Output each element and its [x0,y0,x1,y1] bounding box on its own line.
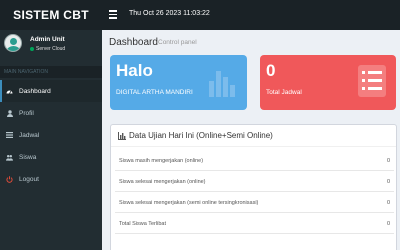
header-datetime: Thu Oct 26 2023 11:03:22 [129,10,210,17]
user-name: Admin Unit [30,36,65,43]
row-value: 0 [386,199,390,206]
sidebar-item-label: Logout [19,175,39,183]
main-content: Dashboard Control panel Halo DIGITAL ART… [102,30,400,250]
row-value: 0 [386,220,390,227]
row-label: Siswa selesai mengerjakan (online) [119,178,206,185]
sidebar-item-label: Profil [19,109,34,117]
sidebar-menu: Dashboard Profil Jadwal Siswa Logout [0,80,102,190]
table-row: Siswa selesai mengerjakan (online) 0 [115,172,394,192]
table-row: Total Siswa Terlibat 0 [115,214,394,234]
user-status: Server Cloud [30,46,65,52]
table-row: Siswa selesai mengerjakan (semi online t… [115,193,394,213]
table-row: Siswa masih mengerjakan (online) 0 [115,151,394,171]
greeting-box: Halo DIGITAL ARTHA MANDIRI [110,55,247,110]
online-dot-icon [30,47,34,51]
page-subtitle: Control panel [158,39,197,46]
users-icon [6,154,13,161]
list-icon [358,65,386,97]
total-jadwal-count: 0 [266,61,276,80]
avatar [4,34,22,52]
total-jadwal-label: Total Jadwal [266,89,302,96]
greeting-title: Halo [116,61,153,80]
row-label: Siswa selesai mengerjakan (semi online t… [119,199,259,206]
user-panel: Admin Unit Server Cloud [0,30,102,64]
sidebar-item-siswa[interactable]: Siswa [0,146,102,168]
page-title: Dashboard [109,37,158,48]
list-icon [6,132,13,139]
top-navbar: SISTEM CBT Thu Oct 26 2023 11:03:22 [0,0,400,30]
sidebar-item-label: Jadwal [19,131,40,139]
row-label: Total Siswa Terlibat [119,220,166,227]
dashboard-icon [6,88,13,95]
nav-header: MAIN NAVIGATION [0,66,102,78]
sidebar-item-profil[interactable]: Profil [0,102,102,124]
sidebar-item-dashboard[interactable]: Dashboard [0,80,102,102]
panel-header: Data Ujian Hari Ini (Online+Semi Online) [111,125,396,147]
sidebar-item-label: Siswa [19,153,37,161]
user-icon [6,109,13,117]
total-jadwal-box: 0 Total Jadwal [260,55,396,110]
panel-title: Data Ujian Hari Ini (Online+Semi Online) [129,131,273,140]
row-label: Siswa masih mengerjakan (online) [119,157,204,164]
brand-logo[interactable]: SISTEM CBT [0,0,102,30]
sidebar: Admin Unit Server Cloud MAIN NAVIGATION … [0,30,102,250]
greeting-subtitle: DIGITAL ARTHA MANDIRI [116,89,193,96]
bar-chart-icon [209,71,235,97]
sidebar-toggle-icon[interactable] [109,10,117,19]
user-status-label: Server Cloud [36,46,66,52]
power-icon [6,175,13,183]
exam-data-panel: Data Ujian Hari Ini (Online+Semi Online)… [110,124,397,250]
sidebar-item-jadwal[interactable]: Jadwal [0,124,102,146]
sidebar-item-label: Dashboard [19,87,51,95]
row-value: 0 [386,157,390,164]
chart-icon [118,131,126,140]
sidebar-item-logout[interactable]: Logout [0,168,102,190]
row-value: 0 [386,178,390,185]
